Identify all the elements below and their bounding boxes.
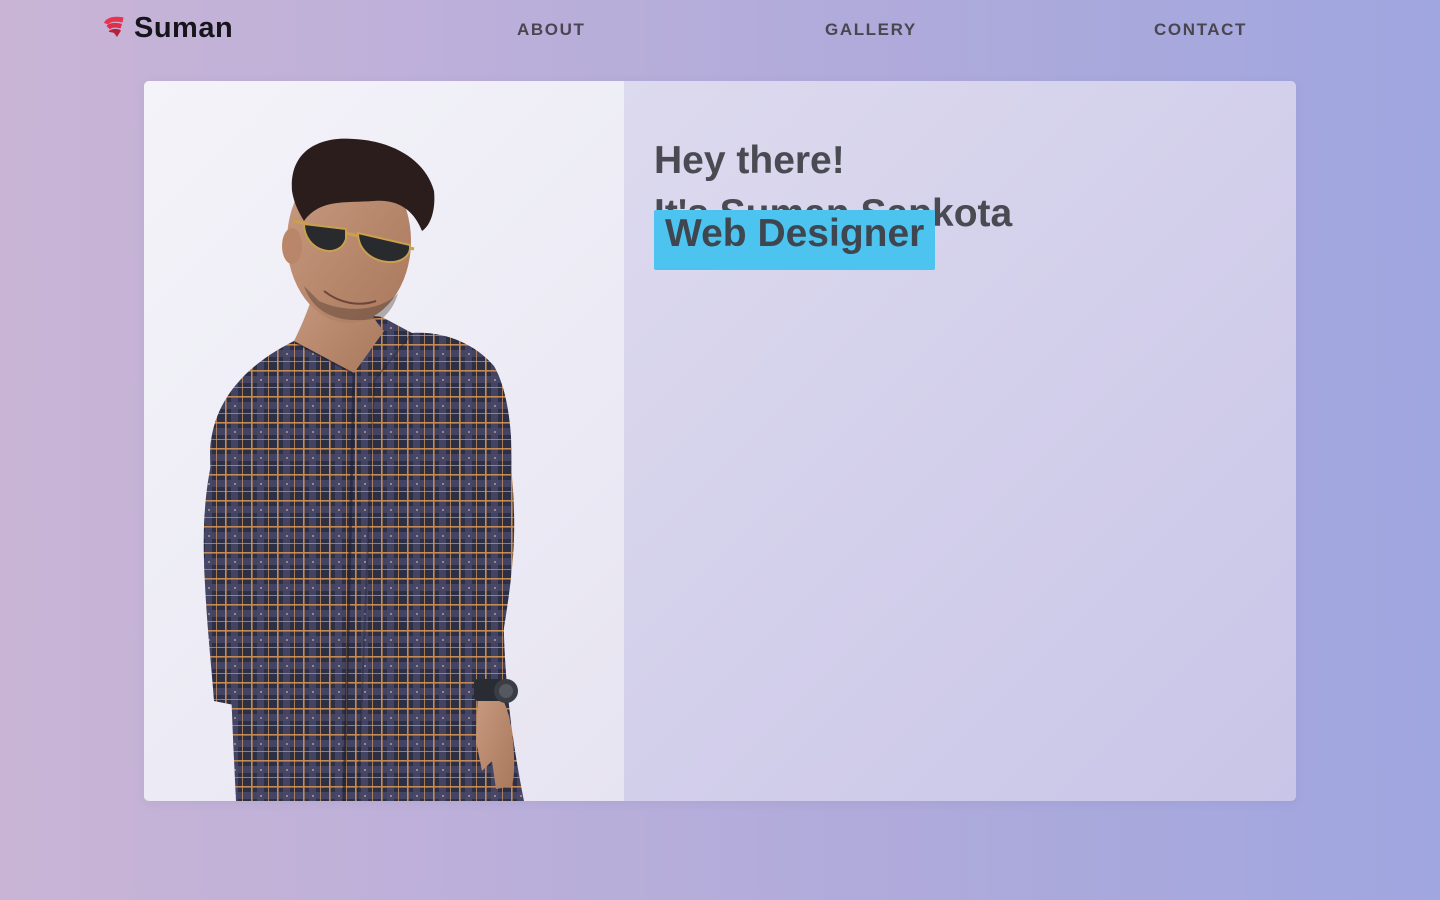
brand-name: Suman — [134, 11, 234, 44]
nav-about-link[interactable]: ABOUT — [517, 20, 585, 40]
greeting-heading: Hey there! — [654, 139, 845, 183]
brand-link[interactable]: Suman — [100, 10, 233, 46]
navbar: Suman ABOUT GALLERY CONTACT — [0, 0, 1440, 60]
role-badge: Web Designer — [654, 210, 936, 270]
intro-panel: Hey there! It's Suman Sapkota Web Design… — [624, 81, 1296, 801]
nav-gallery-link[interactable]: GALLERY — [825, 20, 917, 40]
nav-contact-link[interactable]: CONTACT — [1154, 20, 1247, 40]
hero-card: Hey there! It's Suman Sapkota Web Design… — [144, 81, 1296, 801]
brand-logo-icon — [104, 16, 124, 37]
portrait-panel — [144, 81, 624, 801]
portrait-image — [203, 138, 524, 801]
